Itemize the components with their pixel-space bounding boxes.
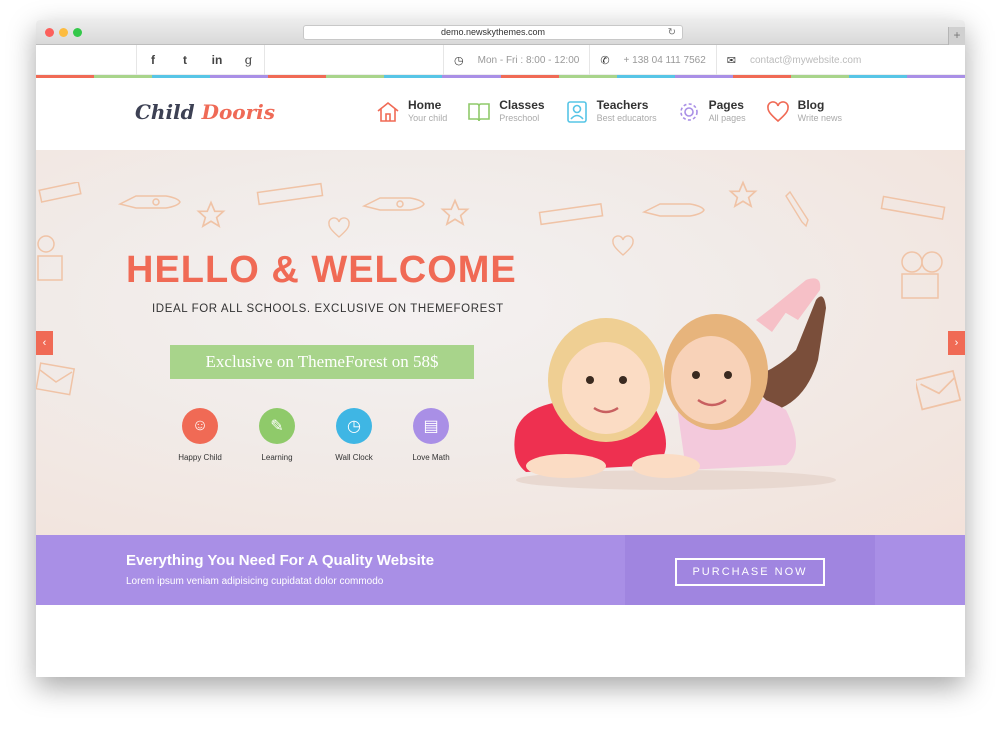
book-icon xyxy=(468,103,491,122)
ruler-doodle-3 xyxy=(538,203,604,226)
social-links: f t in g xyxy=(136,45,265,75)
feature-label: Love Math xyxy=(412,453,450,462)
nav-teachers-sub: Best educators xyxy=(596,113,657,123)
purchase-now-button[interactable]: PURCHASE NOW xyxy=(675,558,825,586)
envelope-doodle xyxy=(36,362,76,396)
feature-label: Happy Child xyxy=(178,453,222,462)
twitter-icon[interactable]: t xyxy=(169,45,201,75)
phone-icon: ✆ xyxy=(600,54,610,67)
pencil-ruler-icon: ✎ xyxy=(259,408,295,444)
heart-doodle-2 xyxy=(612,235,634,256)
browser-chrome: demo.newskythemes.com ↻ + xyxy=(36,20,965,45)
address-bar[interactable]: demo.newskythemes.com ↻ xyxy=(303,25,683,40)
camera-doodle xyxy=(901,251,943,299)
nav-item-blog[interactable]: Blog Write news xyxy=(766,98,842,125)
feature-label: Learning xyxy=(261,453,293,462)
facebook-icon[interactable]: f xyxy=(137,45,169,75)
home-icon xyxy=(377,101,399,122)
nav-classes-title: Classes xyxy=(499,98,545,112)
pencil-doodle xyxy=(785,190,809,228)
rocket-doodle-3 xyxy=(641,203,705,217)
envelope-doodle-2 xyxy=(916,369,962,411)
nav-blog-title: Blog xyxy=(797,98,825,112)
heart-icon xyxy=(766,101,789,123)
address-bar-url: demo.newskythemes.com xyxy=(440,27,546,37)
logo-part-1: Child xyxy=(135,100,202,124)
new-tab-button[interactable]: + xyxy=(948,27,965,45)
main-nav: Home Your child Classes Preschool Teachers… xyxy=(376,98,862,125)
happy-face-icon: ☺ xyxy=(182,408,218,444)
logo-part-2: Dooris xyxy=(201,100,276,124)
ruler-doodle-2 xyxy=(256,182,324,206)
linkedin-icon[interactable]: in xyxy=(201,45,233,75)
chalkboard-icon: ▤ xyxy=(413,408,449,444)
site-header: Child Dooris Home Your child Classes Presc… xyxy=(36,78,965,149)
star-doodle-2 xyxy=(440,198,470,227)
nav-item-pages[interactable]: Pages All pages xyxy=(677,98,746,125)
nav-blog-sub: Write news xyxy=(797,113,843,123)
clock-icon: ◷ xyxy=(336,408,372,444)
nav-teachers-title: Teachers xyxy=(596,98,649,112)
top-info-bar: f t in g ◷ Mon - Fri : 8:00 - 12:00 ✆ + … xyxy=(36,45,965,75)
nav-home-sub: Your child xyxy=(408,113,448,123)
contact-info: ◷ Mon - Fri : 8:00 - 12:00 ✆ + 138 04 11… xyxy=(443,45,876,75)
email-text[interactable]: contact@mywebsite.com xyxy=(750,55,861,66)
cta-banner: Everything You Need For A Quality Websit… xyxy=(36,535,965,605)
nav-classes-sub: Preschool xyxy=(499,113,540,123)
close-window-button[interactable] xyxy=(45,28,54,37)
hero-title: HELLO & WELCOME xyxy=(126,249,517,291)
themeforest-button[interactable]: Exclusive on ThemeForest on 58$ xyxy=(170,345,474,379)
gear-icon xyxy=(679,103,698,121)
minimize-window-button[interactable] xyxy=(59,28,68,37)
rocket-doodle-2 xyxy=(361,197,425,211)
star-doodle-3 xyxy=(728,180,758,209)
reload-icon[interactable]: ↻ xyxy=(668,26,676,39)
phone-item: ✆ + 138 04 111 7562 xyxy=(589,45,715,75)
nav-item-classes[interactable]: Classes Preschool xyxy=(467,98,545,125)
nav-pages-sub: All pages xyxy=(708,113,746,123)
feature-happy-child: ☺ Happy Child xyxy=(165,408,235,462)
nav-pages-title: Pages xyxy=(708,98,744,112)
zoom-window-button[interactable] xyxy=(73,28,82,37)
nav-item-teachers[interactable]: Teachers Best educators xyxy=(565,98,657,125)
slider-prev-button[interactable]: ‹ xyxy=(36,331,53,355)
star-doodle xyxy=(196,200,226,229)
nav-home-title: Home xyxy=(408,98,442,112)
ruler-doodle-4 xyxy=(880,195,946,220)
feature-label: Wall Clock xyxy=(335,453,373,462)
google-plus-icon[interactable]: g xyxy=(233,45,265,75)
hero-slider: ‹ › HELLO & WELCOME IDEAL FOR ALL SCHOOL… xyxy=(36,150,965,535)
hero-subtitle: IDEAL FOR ALL SCHOOLS. EXCLUSIVE ON THEM… xyxy=(152,303,504,315)
hours-item: ◷ Mon - Fri : 8:00 - 12:00 xyxy=(443,45,589,75)
site-logo[interactable]: Child Dooris xyxy=(135,100,275,124)
phone-text: + 138 04 111 7562 xyxy=(623,54,706,66)
heart-doodle xyxy=(328,217,350,238)
hours-text: Mon - Fri : 8:00 - 12:00 xyxy=(477,54,580,66)
nav-item-home[interactable]: Home Your child xyxy=(376,98,447,125)
slider-next-button[interactable]: › xyxy=(948,331,965,355)
cta-title: Everything You Need For A Quality Websit… xyxy=(126,552,435,569)
rocket-doodle xyxy=(117,195,181,209)
mail-icon: ✉ xyxy=(726,54,736,67)
ruler-doodle xyxy=(38,182,82,203)
teacher-icon xyxy=(566,101,587,123)
email-item[interactable]: ✉ contact@mywebsite.com xyxy=(715,45,876,75)
feature-wall-clock: ◷ Wall Clock xyxy=(319,408,389,462)
camera-doodle-2 xyxy=(37,235,63,281)
feature-learning: ✎ Learning xyxy=(242,408,312,462)
feature-love-math: ▤ Love Math xyxy=(396,408,466,462)
clock-icon: ◷ xyxy=(454,54,464,67)
cta-subtitle: Lorem ipsum veniam adipisicing cupidatat… xyxy=(126,576,384,587)
browser-window: demo.newskythemes.com ↻ + f t in g ◷ Mon… xyxy=(36,20,965,677)
children-photo xyxy=(514,278,836,490)
